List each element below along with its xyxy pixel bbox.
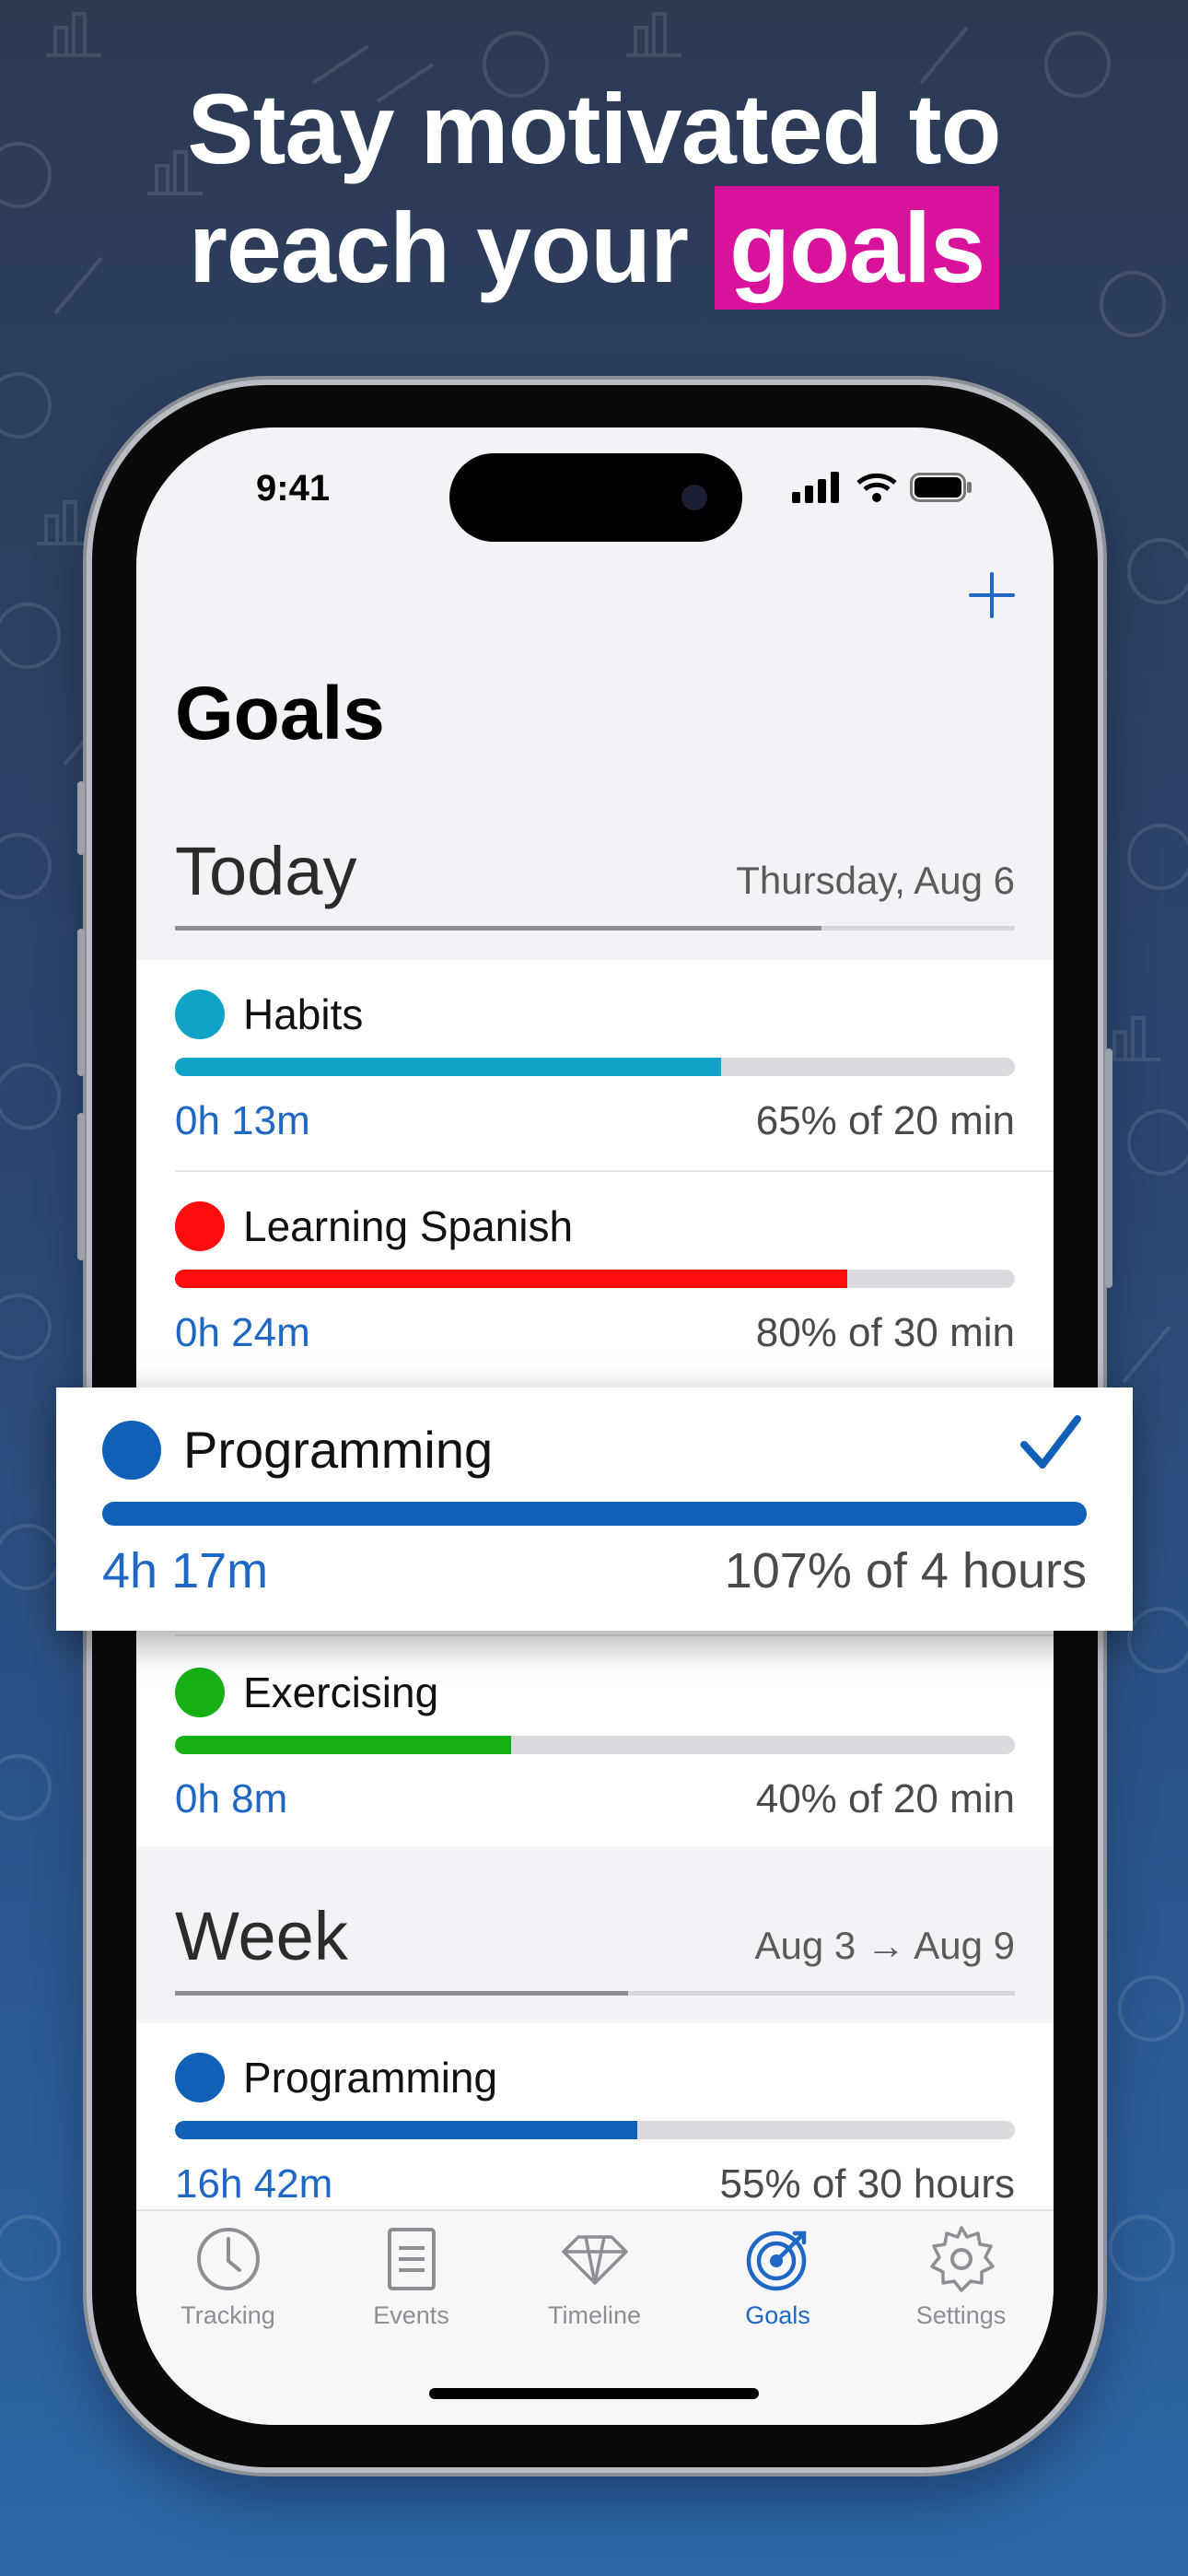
side-button [1105, 1048, 1112, 1288]
tab-label: Timeline [547, 2301, 642, 2329]
dynamic-island [449, 453, 742, 542]
goal-progress-bar [175, 1058, 1015, 1076]
checkmark-icon [1020, 1415, 1081, 1469]
goal-name: Exercising [243, 1669, 439, 1716]
tab-events[interactable]: Events [320, 2224, 503, 2330]
goal-progress-fill [102, 1502, 1087, 1526]
headline-line-1: Stay motivated to [187, 73, 1001, 184]
today-section-header: Today Thursday, Aug 6 [175, 829, 1015, 931]
tab-label: Events [373, 2301, 449, 2329]
goal-time: 0h 13m [175, 1098, 310, 1143]
goal-progress-bar [175, 2121, 1015, 2139]
tab-settings[interactable]: Settings [869, 2224, 1053, 2330]
volume-up-button [77, 929, 85, 1076]
status-time: 9:41 [256, 468, 331, 509]
goal-row-exercising[interactable]: Exercising 0h 8m 40% of 20 min [175, 1638, 1015, 1850]
gear-icon [929, 2226, 995, 2292]
week-label: Week [175, 1898, 348, 1974]
goal-summary: 55% of 30 hours [719, 2161, 1015, 2207]
battery-icon [910, 473, 972, 502]
tab-timeline[interactable]: Timeline [503, 2224, 686, 2330]
goal-summary: 107% of 4 hours [724, 1543, 1087, 1598]
target-icon [746, 2231, 806, 2291]
today-date: Thursday, Aug 6 [736, 859, 1015, 902]
goal-summary: 80% of 30 min [755, 1310, 1015, 1355]
today-progress-fill [175, 926, 822, 931]
action-button [77, 781, 85, 855]
goal-time: 0h 24m [175, 1310, 310, 1355]
tab-bar: Tracking Events Timeline Goals Settings [136, 2209, 1054, 2425]
goal-time: 16h 42m [175, 2161, 333, 2207]
goal-progress-fill [175, 1736, 511, 1754]
headline-line-2-prefix: reach your [188, 192, 689, 303]
tab-label: Tracking [181, 2301, 275, 2329]
headline-line-2: reach your goals [0, 186, 1188, 310]
add-goal-button[interactable] [969, 564, 1015, 628]
goal-row-learning-spanish[interactable]: Learning Spanish 0h 24m 80% of 30 min [175, 1172, 1015, 1384]
goal-name: Programming [183, 1421, 494, 1479]
goal-name: Learning Spanish [243, 1202, 574, 1250]
goal-time: 4h 17m [102, 1543, 269, 1598]
timeline-icon [561, 2235, 628, 2285]
goal-summary: 40% of 20 min [755, 1776, 1015, 1821]
goal-color-dot [175, 2053, 225, 2102]
goal-color-dot [175, 989, 225, 1039]
tab-label: Goals [745, 2301, 810, 2329]
volume-down-button [77, 1113, 85, 1260]
goal-progress-fill [175, 2121, 637, 2139]
goal-progress-fill [175, 1270, 847, 1288]
goal-color-dot [102, 1421, 161, 1480]
goal-name: Programming [243, 2054, 498, 2102]
goal-progress-fill [175, 1058, 721, 1076]
tab-goals[interactable]: Goals [686, 2224, 869, 2330]
headline-highlight: goals [715, 186, 1000, 310]
tab-label: Settings [915, 2301, 1007, 2329]
goal-summary: 65% of 20 min [755, 1098, 1015, 1143]
goal-time: 0h 8m [175, 1776, 288, 1821]
goal-row-week-programming[interactable]: Programming 16h 42m 55% of 30 hours [175, 2023, 1015, 2235]
page-title: Goals [175, 672, 385, 755]
plus-icon [969, 572, 1015, 618]
today-label: Today [175, 833, 357, 909]
goal-progress-bar [102, 1502, 1087, 1526]
cellular-signal-icon [792, 472, 839, 503]
status-icons [792, 472, 973, 503]
goal-progress-bar [175, 1270, 1015, 1288]
goal-row-habits[interactable]: Habits 0h 13m 65% of 20 min [175, 960, 1015, 1172]
home-indicator [429, 2388, 759, 2399]
tab-tracking[interactable]: Tracking [136, 2224, 320, 2330]
goal-name: Habits [243, 990, 364, 1038]
week-date: Aug 3 → Aug 9 [754, 1924, 1015, 1967]
goal-color-dot [175, 1668, 225, 1717]
goal-color-dot [175, 1201, 225, 1251]
divider [175, 1634, 1054, 1636]
camera [681, 485, 707, 510]
document-icon [387, 2228, 436, 2290]
goal-row-programming-highlighted[interactable]: Programming 4h 17m 107% of 4 hours [56, 1388, 1133, 1631]
wifi-icon [856, 473, 897, 502]
clock-icon [196, 2228, 260, 2290]
marketing-headline: Stay motivated to reach your goals [0, 72, 1188, 310]
goal-progress-bar [175, 1736, 1015, 1754]
week-progress-fill [175, 1991, 629, 1996]
week-section-header: Week Aug 3 → Aug 9 [175, 1894, 1015, 1996]
